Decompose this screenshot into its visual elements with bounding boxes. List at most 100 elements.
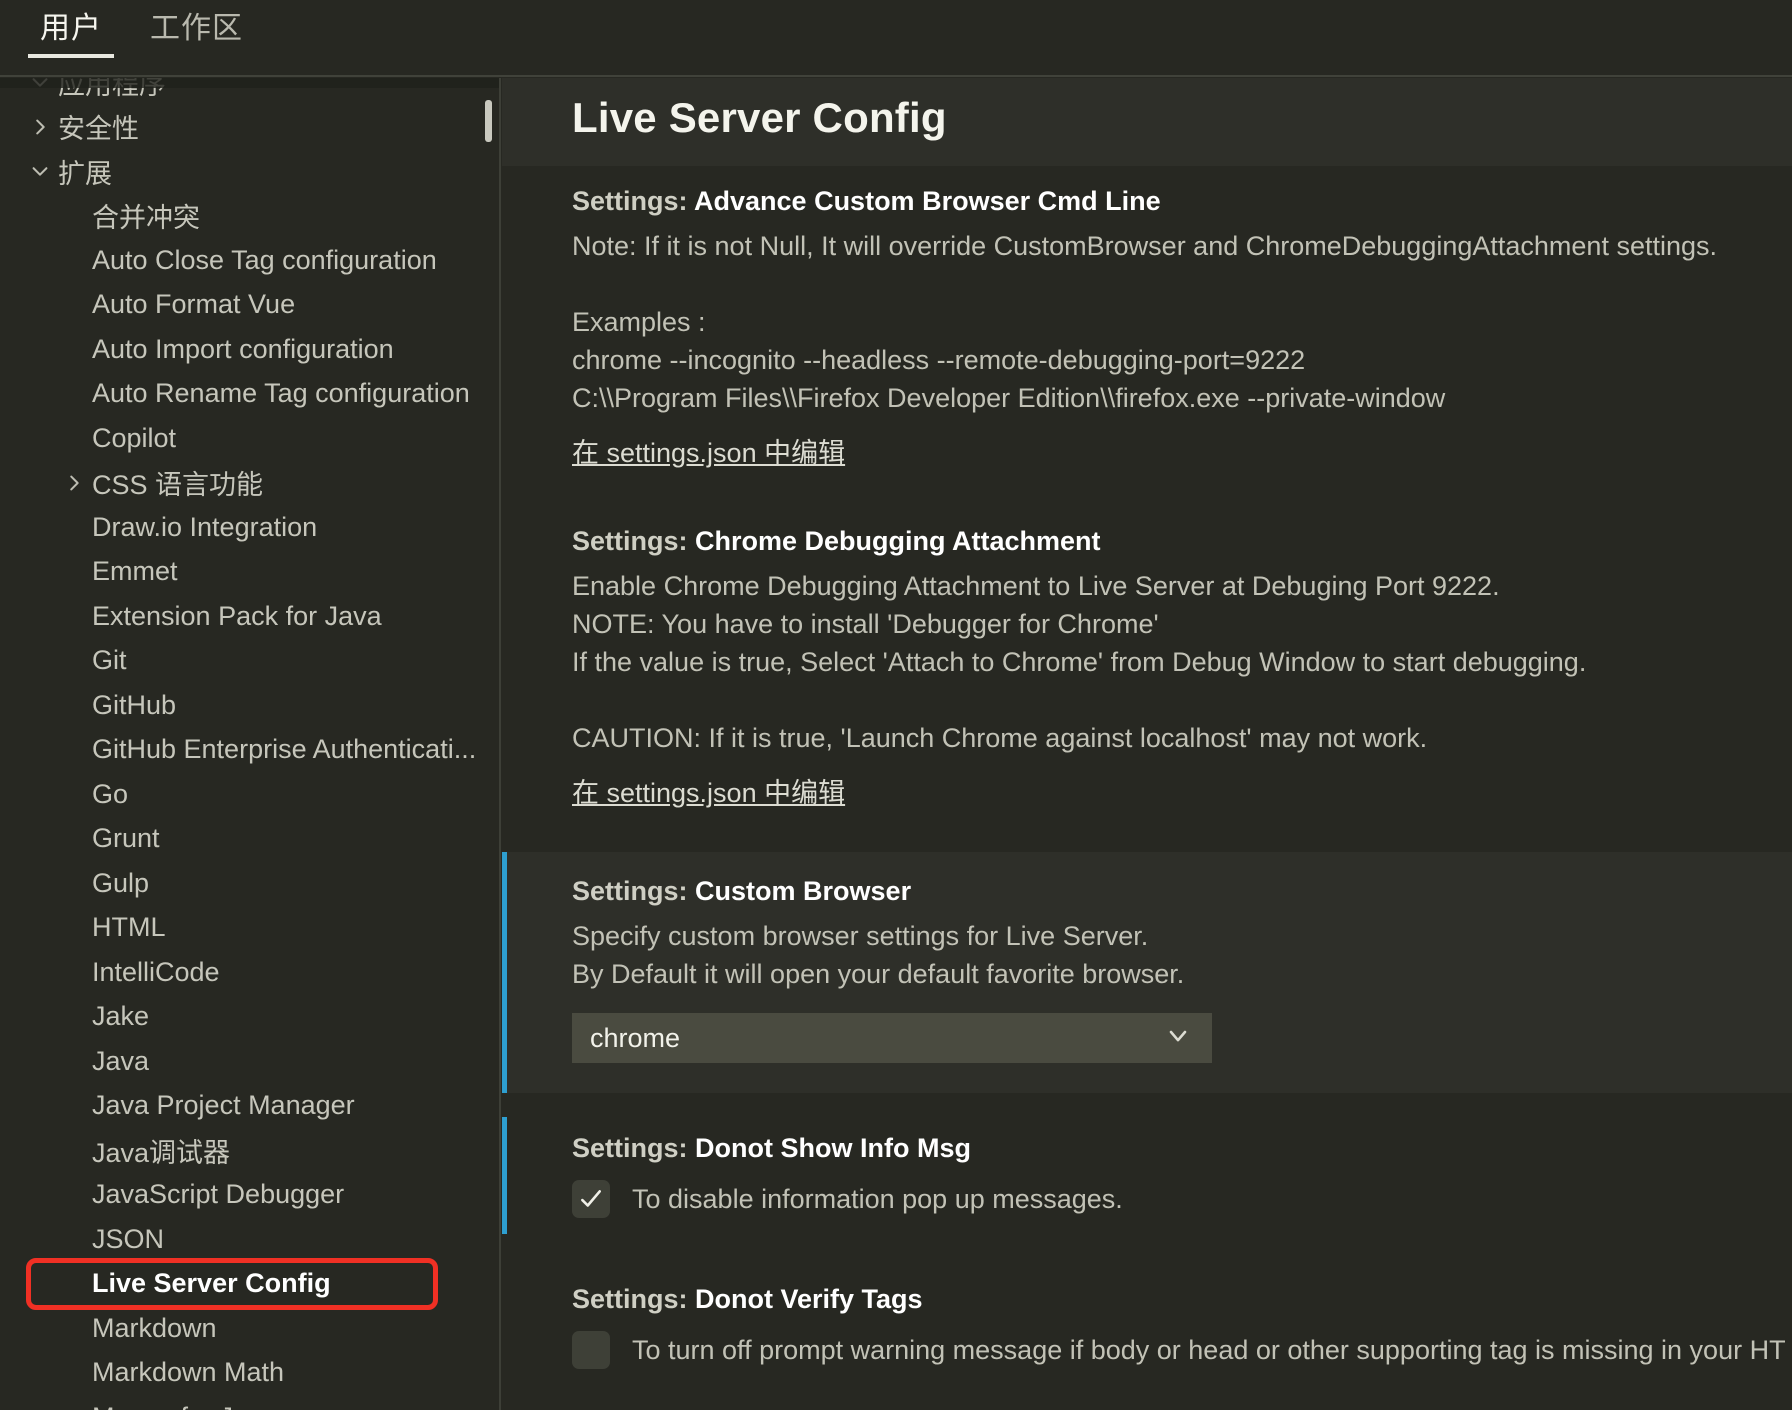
sidebar-item-label: Live Server Config [92,1268,331,1299]
sidebar-item-label: JSON [92,1223,165,1254]
setting-title: Settings: Advance Custom Browser Cmd Lin… [572,188,1792,215]
sidebar-item-java调试器[interactable]: Java调试器 [0,1128,500,1173]
setting-name: Donot Show Info Msg [695,1133,971,1163]
sidebar-item-label: Auto Close Tag configuration [92,244,437,275]
sidebar-item-git[interactable]: Git [0,639,500,684]
sidebar-item-go[interactable]: Go [0,772,500,817]
sidebar-item-java[interactable]: Java [0,1039,500,1084]
check-icon [578,1186,604,1212]
sidebar-item-label: JavaScript Debugger [92,1179,345,1210]
setting-name: Advance Custom Browser Cmd Line [694,186,1161,216]
sidebar-item-markdown[interactable]: Markdown [0,1306,500,1351]
donot-show-info-msg-checkbox[interactable] [572,1180,610,1218]
sidebar-item-label: Auto Import configuration [92,333,394,364]
sidebar-item-label: Extension Pack for Java [92,600,382,631]
sidebar-item-grunt[interactable]: Grunt [0,817,500,862]
chevron-down-icon[interactable] [22,160,58,182]
sidebar-item-extension-pack-for-java[interactable]: Extension Pack for Java [0,594,500,639]
sidebar-item-json[interactable]: JSON [0,1217,500,1262]
tab-user-label: 用户 [40,12,102,45]
setting-title: Settings: Chrome Debugging Attachment [572,528,1792,555]
chevron-right-icon[interactable] [56,472,92,494]
sidebar-item-auto-format-vue[interactable]: Auto Format Vue [0,283,500,328]
chevron-right-icon[interactable] [22,116,58,138]
sidebar-item-label: Java调试器 [92,1137,231,1168]
page-title: Live Server Config [572,94,947,141]
content-header: Live Server Config [502,78,1792,166]
sidebar-item-label: Gulp [92,867,150,898]
sidebar-item-copilot[interactable]: Copilot [0,416,500,461]
setting-title: Settings: Custom Browser [572,878,1792,905]
sidebar-item-auto-close-tag-configuration[interactable]: Auto Close Tag configuration [0,238,500,283]
sidebar-item-label: GitHub [92,689,177,720]
settings-tree-sidebar[interactable]: 应用程序 安全性 扩展 合并冲突 Auto Close Tag configuratio… [0,78,500,1410]
sidebar-item-intellicode[interactable]: IntelliCode [0,950,500,995]
sidebar-item-label: HTML [92,912,166,943]
sidebar-item-java-project-manager[interactable]: Java Project Manager [0,1084,500,1129]
sidebar-item-auto-rename-tag-configuration[interactable]: Auto Rename Tag configuration [0,372,500,417]
sidebar-item-label: Jake [92,1001,150,1032]
setting-name: Donot Verify Tags [695,1284,923,1314]
setting-donot-show-info-msg: Settings: Donot Show Info Msg To disable… [502,1117,1792,1234]
sidebar-item-label: Java [92,1045,150,1076]
sidebar-item-合并冲突[interactable]: 合并冲突 [0,194,500,239]
tab-workspace[interactable]: 工作区 [138,8,255,58]
sidebar-item-label: Copilot [92,422,177,453]
sidebar-item-扩展[interactable]: 扩展 [0,149,500,194]
custom-browser-select-value: chrome [590,1022,681,1053]
setting-lead-label: Settings: [572,526,688,556]
sidebar-item-label: Java Project Manager [92,1090,355,1121]
settings-tab-strip: 用户 工作区 [0,0,1792,78]
setting-description: Enable Chrome Debugging Attachment to Li… [572,571,1587,753]
sidebar-item-emmet[interactable]: Emmet [0,550,500,595]
settings-list: Settings: Advance Custom Browser Cmd Lin… [502,166,1792,1410]
setting-lead-label: Settings: [572,1133,688,1163]
sidebar-item-label: Grunt [92,823,160,854]
donot-verify-tags-checkbox[interactable] [572,1331,610,1369]
edit-in-settings-json-link[interactable]: 在 settings.json 中编辑 [572,771,845,810]
setting-custom-browser: Settings: Custom Browser Specify custom … [502,852,1792,1093]
sidebar-item-label: Markdown [92,1312,217,1343]
sidebar-item-css-语言功能[interactable]: CSS 语言功能 [0,461,500,506]
custom-browser-select[interactable]: chrome [572,1013,1212,1063]
setting-lead-label: Settings: [572,186,688,216]
sidebar-item-label: Git [92,645,127,676]
setting-chrome-debugging-attachment: Settings: Chrome Debugging Attachment En… [502,528,1792,810]
setting-checkbox-row: To disable information pop up messages. [572,1180,1792,1218]
sidebar-item-markdown-math[interactable]: Markdown Math [0,1351,500,1396]
edit-in-settings-json-link[interactable]: 在 settings.json 中编辑 [572,431,845,470]
setting-advance-custom-browser-cmd-line: Settings: Advance Custom Browser Cmd Lin… [502,166,1792,470]
sidebar-item-github[interactable]: GitHub [0,683,500,728]
sidebar-item-label: Auto Rename Tag configuration [92,378,470,409]
sidebar-scrollbar[interactable] [485,100,492,142]
setting-description: Note: If it is not Null, It will overrid… [572,231,1717,413]
setting-donot-verify-tags: Settings: Donot Verify Tags To turn off … [502,1286,1792,1369]
settings-content-pane: Live Server Config Settings: Advance Cus… [502,78,1792,1410]
sidebar-item-label: Markdown Math [92,1357,285,1388]
chevron-down-icon [1164,1022,1192,1055]
sidebar-item-安全性[interactable]: 安全性 [0,105,500,150]
sidebar-item-label: Auto Format Vue [92,289,296,320]
sidebar-item-label: 扩展 [58,158,112,189]
tab-user[interactable]: 用户 [28,8,114,58]
sidebar-item-javascript-debugger[interactable]: JavaScript Debugger [0,1173,500,1218]
sidebar-item-draw-io-integration[interactable]: Draw.io Integration [0,505,500,550]
sidebar-item-github-enterprise-authenticati[interactable]: GitHub Enterprise Authenticati... [0,728,500,773]
settings-body: 应用程序 安全性 扩展 合并冲突 Auto Close Tag configuratio… [0,78,1792,1410]
setting-description: Specify custom browser settings for Live… [572,921,1185,989]
setting-title: Settings: Donot Verify Tags [572,1286,1792,1313]
sidebar-item-html[interactable]: HTML [0,906,500,951]
sidebar-item-label: 安全性 [58,114,139,145]
sidebar-item-jake[interactable]: Jake [0,995,500,1040]
donot-show-info-msg-label: To disable information pop up messages. [632,1183,1123,1214]
tabstrip-divider [0,75,1792,77]
sidebar-top-shadow [0,78,500,88]
sidebar-item-label: Maven for Java [92,1402,277,1410]
sidebar-item-maven-for-java[interactable]: Maven for Java [0,1395,500,1410]
sidebar-item-live-server-config[interactable]: Live Server Config [0,1257,500,1310]
sidebar-item-auto-import-configuration[interactable]: Auto Import configuration [0,327,500,372]
setting-title: Settings: Donot Show Info Msg [572,1135,1792,1162]
sidebar-item-label: Emmet [92,556,178,587]
sidebar-item-gulp[interactable]: Gulp [0,861,500,906]
setting-checkbox-row: To turn off prompt warning message if bo… [572,1331,1792,1369]
